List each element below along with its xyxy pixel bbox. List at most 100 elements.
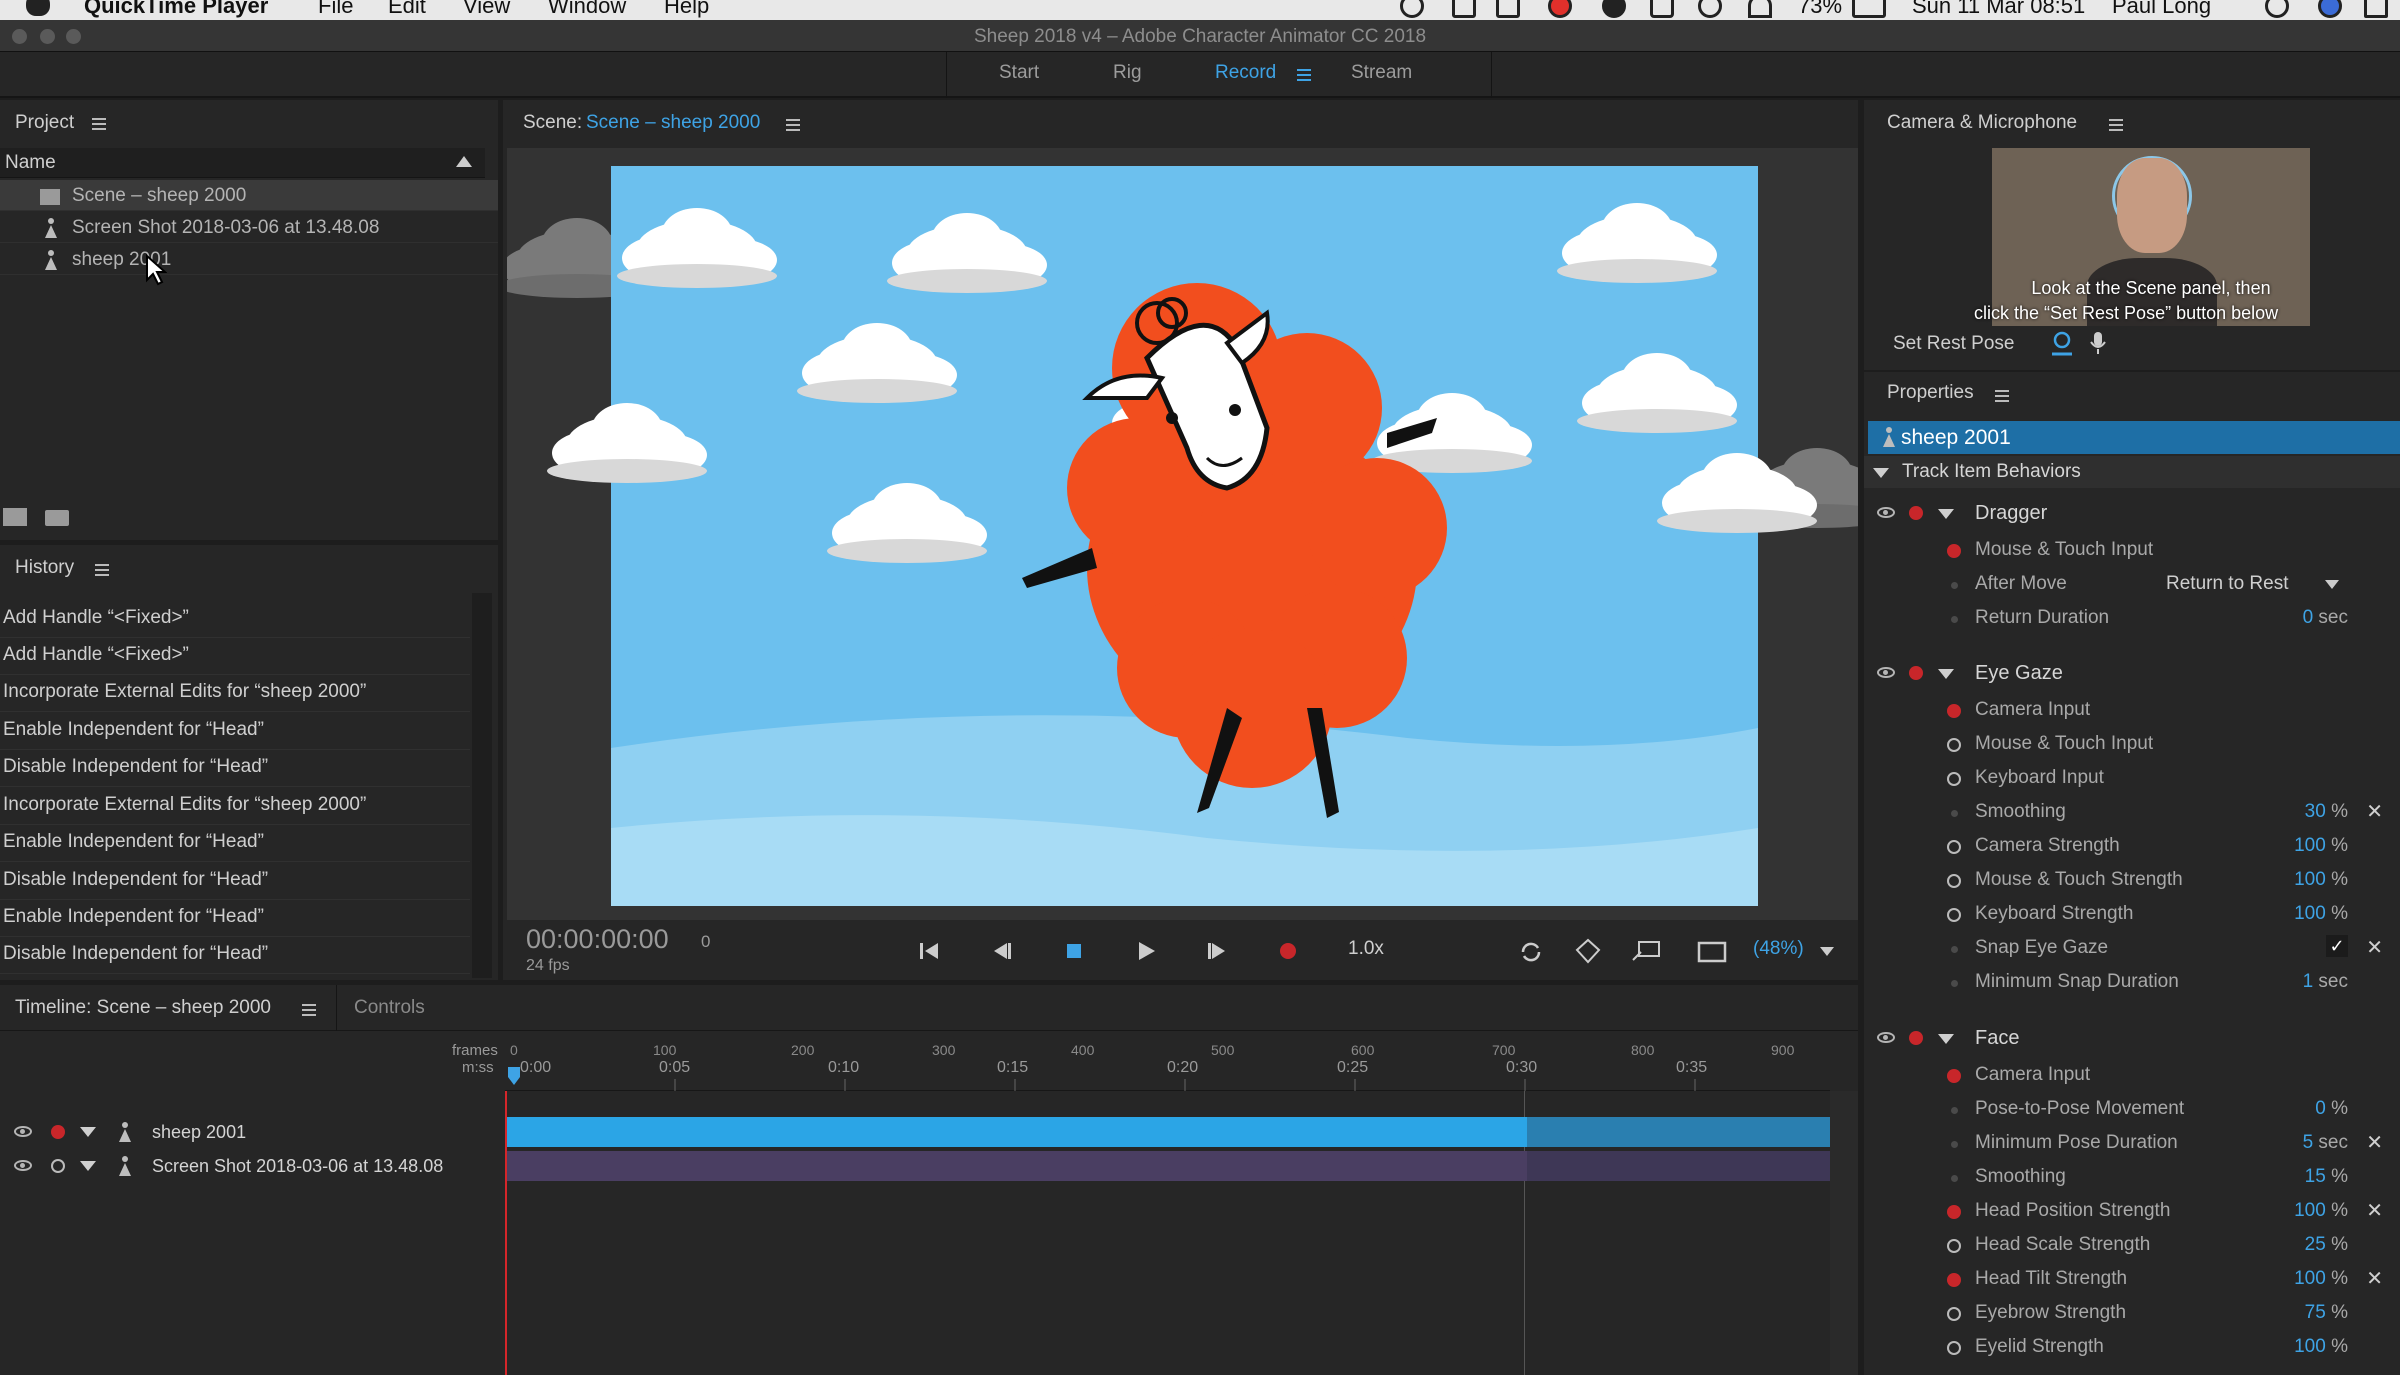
user-name[interactable]: Paul Long [2112, 0, 2211, 19]
scene-panel-menu-icon[interactable] [786, 119, 800, 131]
app-status-icon[interactable] [1650, 0, 1674, 18]
prop-number[interactable]: 100 [2294, 835, 2326, 856]
playhead-handle-icon[interactable] [506, 1067, 522, 1091]
menu-edit[interactable]: Edit [388, 0, 426, 19]
menu-help[interactable]: Help [664, 0, 709, 19]
unarmed-dot-icon[interactable] [1947, 908, 1961, 922]
behavior-face[interactable]: Face [1864, 1020, 2400, 1058]
arm-record-icon[interactable] [1909, 1031, 1923, 1045]
prop-face-camera-input[interactable]: Camera Input [1864, 1058, 2400, 1092]
prop-number[interactable]: 1 [2303, 971, 2314, 992]
expand-behavior-icon[interactable] [1938, 669, 1954, 679]
sort-ascending-icon[interactable] [456, 156, 472, 167]
prop-after-move[interactable]: After Move Return to Rest [1864, 567, 2400, 601]
set-rest-pose-button[interactable]: Set Rest Pose [1893, 333, 2014, 355]
prop-number[interactable]: 15 [2305, 1166, 2326, 1187]
wifi-icon[interactable] [1748, 0, 1772, 18]
prop-min-pose-duration[interactable]: Minimum Pose Duration 5 sec ✕ [1864, 1126, 2400, 1160]
camera-panel-menu-icon[interactable] [2109, 119, 2123, 131]
history-item[interactable]: Enable Independent for “Head” [0, 713, 470, 750]
output-display-icon[interactable] [1631, 940, 1661, 964]
prop-number[interactable]: 100 [2294, 1336, 2326, 1357]
menu-window[interactable]: Window [548, 0, 626, 19]
track-bar[interactable] [507, 1151, 1527, 1181]
prop-eye-camera-input[interactable]: Camera Input [1864, 693, 2400, 727]
snap-checkbox-checked-icon[interactable]: ✓ [2326, 935, 2348, 957]
history-scrollbar[interactable] [472, 593, 492, 978]
visibility-eye-icon[interactable] [1877, 1032, 1895, 1043]
visibility-eye-icon[interactable] [14, 1160, 32, 1171]
new-scene-icon[interactable] [3, 508, 27, 526]
go-to-start-icon[interactable] [918, 940, 940, 962]
prop-value[interactable]: 25 % [2305, 1234, 2348, 1256]
armed-dot-icon[interactable] [1947, 1273, 1961, 1287]
scene-name[interactable]: Scene – sheep 2000 [586, 112, 760, 134]
history-item[interactable]: Incorporate External Edits for “sheep 20… [0, 675, 470, 712]
step-forward-icon[interactable] [1206, 940, 1228, 962]
history-item[interactable]: Enable Independent for “Head” [0, 825, 470, 862]
prop-return-duration[interactable]: Return Duration 0 sec [1864, 601, 2400, 635]
tab-start[interactable]: Start [999, 62, 1039, 84]
notification-center-icon[interactable] [2364, 0, 2388, 18]
camera-input-toggle-icon[interactable] [1575, 938, 1601, 964]
chevron-down-icon[interactable] [2324, 579, 2340, 591]
prop-eye-keyboard-strength[interactable]: Keyboard Strength 100 % [1864, 897, 2400, 931]
prop-snap-eye-gaze[interactable]: Snap Eye Gaze ✓ ✕ [1864, 931, 2400, 965]
creative-cloud-icon[interactable] [1548, 0, 1572, 18]
new-folder-icon[interactable] [45, 510, 69, 526]
prop-pose-to-pose[interactable]: Pose-to-Pose Movement 0 % [1864, 1092, 2400, 1126]
arm-record-icon[interactable] [1909, 506, 1923, 520]
properties-panel-menu-icon[interactable] [1995, 390, 2009, 402]
unarmed-dot-icon[interactable] [1947, 772, 1961, 786]
timecode[interactable]: 00:00:00:00 [526, 924, 669, 955]
arm-record-icon[interactable] [51, 1125, 65, 1139]
loop-icon[interactable] [1519, 940, 1543, 964]
prop-min-snap-duration[interactable]: Minimum Snap Duration 1 sec [1864, 965, 2400, 999]
play-icon[interactable] [1135, 940, 1157, 962]
prop-value[interactable]: 1 sec [2303, 971, 2348, 993]
clock[interactable]: Sun 11 Mar 08:51 [1912, 0, 2085, 19]
visibility-eye-icon[interactable] [1877, 667, 1895, 678]
armed-dot-icon[interactable] [1947, 1069, 1961, 1083]
siri-icon[interactable] [2318, 0, 2342, 18]
prop-value[interactable]: 0 sec [2303, 607, 2348, 629]
reset-icon[interactable]: ✕ [2366, 799, 2383, 824]
selected-item-bar[interactable]: sheep 2001 [1868, 421, 2400, 454]
prop-number[interactable]: 100 [2294, 1268, 2326, 1289]
expand-behavior-icon[interactable] [1938, 1034, 1954, 1044]
tab-stream[interactable]: Stream [1351, 62, 1412, 84]
stage-frame-icon[interactable] [1697, 940, 1727, 964]
prop-value[interactable]: 100 % [2294, 869, 2348, 891]
prop-value[interactable]: 0 % [2315, 1098, 2348, 1120]
record-status-icon[interactable] [1602, 0, 1626, 18]
prop-number[interactable]: 100 [2294, 1200, 2326, 1221]
armed-dot-icon[interactable] [1947, 544, 1961, 558]
project-panel-menu-icon[interactable] [92, 118, 106, 130]
project-column-header[interactable]: Name [0, 148, 485, 178]
expand-track-icon[interactable] [80, 1127, 96, 1137]
history-item[interactable]: Add Handle “<Fixed>” [0, 601, 470, 638]
prop-value[interactable]: 30 % [2305, 801, 2348, 823]
prop-eye-mouse-strength[interactable]: Mouse & Touch Strength 100 % [1864, 863, 2400, 897]
track-bar-extended[interactable] [1527, 1117, 1830, 1147]
armed-dot-icon[interactable] [1947, 1205, 1961, 1219]
display-icon[interactable] [1496, 0, 1520, 18]
prop-number[interactable]: 0 [2315, 1098, 2326, 1119]
reset-icon[interactable]: ✕ [2366, 1130, 2383, 1155]
prop-value[interactable]: 15 % [2305, 1166, 2348, 1188]
prop-number[interactable]: 30 [2305, 801, 2326, 822]
arm-record-icon[interactable] [1909, 666, 1923, 680]
unarmed-dot-icon[interactable] [1947, 874, 1961, 888]
reset-icon[interactable]: ✕ [2366, 1266, 2383, 1291]
behavior-dragger[interactable]: Dragger [1864, 495, 2400, 533]
unarmed-dot-icon[interactable] [1947, 1239, 1961, 1253]
apple-menu-icon[interactable] [26, 0, 50, 16]
zoom-dropdown-icon[interactable] [1819, 946, 1835, 958]
timeline-ruler[interactable]: 0 100 200 300 400 500 600 700 800 900 0:… [505, 1037, 1830, 1091]
playback-speed[interactable]: 1.0x [1348, 938, 1384, 960]
menu-file[interactable]: File [318, 0, 353, 19]
prop-value[interactable]: 100 % [2294, 1336, 2348, 1358]
arm-record-icon[interactable] [51, 1159, 65, 1173]
dropbox-icon[interactable] [1452, 0, 1476, 18]
project-item-sheep[interactable]: sheep 2001 [0, 244, 498, 275]
